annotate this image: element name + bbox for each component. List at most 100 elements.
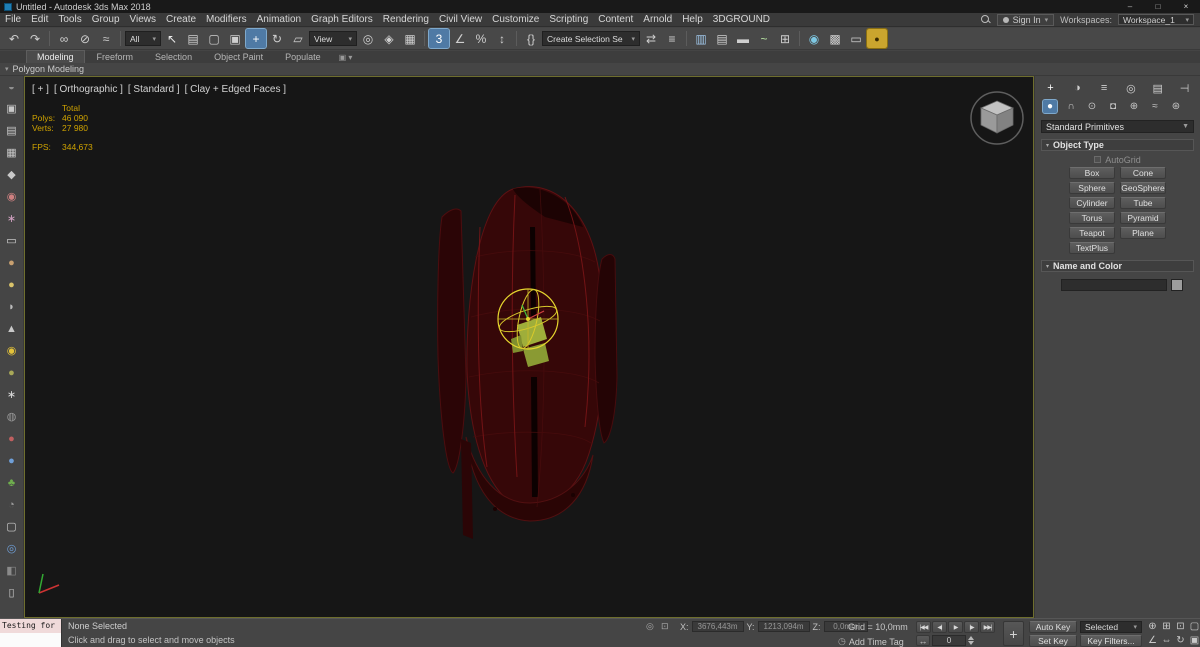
helpers-category-tab[interactable]: ⊕ xyxy=(1127,100,1141,113)
viewport-shading-label[interactable]: [ Clay + Edged Faces ] xyxy=(185,84,286,95)
key-filters-button[interactable]: Key Filters... xyxy=(1080,635,1142,647)
object-type-cylinder-button[interactable]: Cylinder xyxy=(1069,197,1115,209)
object-type-box-button[interactable]: Box xyxy=(1069,167,1115,179)
render-production-button[interactable]: ● xyxy=(866,28,888,49)
render-setup-button[interactable]: ▩ xyxy=(825,29,845,48)
object-color-swatch[interactable] xyxy=(1171,279,1183,291)
cameras-category-tab[interactable]: ◘ xyxy=(1106,100,1120,113)
add-time-tag[interactable]: ◷ Add Time Tag xyxy=(838,636,904,647)
utilities-tab[interactable]: ⊣ xyxy=(1177,81,1192,95)
previous-frame-button[interactable]: ◀| xyxy=(932,621,947,633)
menu-item-edit[interactable]: Edit xyxy=(26,13,53,27)
left-toolbar-icon-5[interactable]: ◆ xyxy=(3,167,21,183)
select-and-rotate-button[interactable]: ↻ xyxy=(267,29,287,48)
select-by-name-button[interactable]: ▤ xyxy=(183,29,203,48)
menu-item-tools[interactable]: Tools xyxy=(53,13,86,27)
left-toolbar-icon-17[interactable]: ● xyxy=(3,431,21,447)
y-coordinate-field[interactable]: 1213,094m xyxy=(757,621,810,632)
isolate-selection-toggle[interactable]: ◎ xyxy=(646,621,654,632)
rectangular-selection-region-button[interactable]: ▢ xyxy=(204,29,224,48)
ribbon-tab-modeling[interactable]: Modeling xyxy=(26,50,85,63)
systems-category-tab[interactable]: ⊛ xyxy=(1169,100,1183,113)
align-button[interactable]: ≡ xyxy=(662,29,682,48)
toggle-layer-explorer-button[interactable]: ▤ xyxy=(712,29,732,48)
window-crossing-toggle[interactable]: ▣ xyxy=(225,29,245,48)
viewport[interactable]: [ + ] [ Orthographic ] [ Standard ] [ Cl… xyxy=(24,76,1034,618)
play-animation-button[interactable]: ▶ xyxy=(948,621,963,633)
viewport-standard-label[interactable]: [ Standard ] xyxy=(128,84,180,95)
left-toolbar-icon-22[interactable]: ◎ xyxy=(3,541,21,557)
workspace-dropdown[interactable]: Workspace_1 ▾ xyxy=(1118,14,1194,25)
left-toolbar-icon-15[interactable]: ∗ xyxy=(3,387,21,403)
set-key-button[interactable]: Set Key xyxy=(1029,635,1077,647)
x-coordinate-field[interactable]: 3676,443m xyxy=(691,621,744,632)
menu-item-views[interactable]: Views xyxy=(125,13,162,27)
menu-item-animation[interactable]: Animation xyxy=(252,13,306,27)
display-tab[interactable]: ▤ xyxy=(1150,81,1165,95)
object-type-rollout-header[interactable]: ▾ Object Type xyxy=(1041,139,1194,151)
left-toolbar-icon-8[interactable]: ▭ xyxy=(3,233,21,249)
schematic-view-button[interactable]: ⊞ xyxy=(775,29,795,48)
object-type-geosphere-button[interactable]: GeoSphere xyxy=(1120,182,1166,194)
angle-snap-toggle[interactable]: ∠ xyxy=(450,29,470,48)
object-type-teapot-button[interactable]: Teapot xyxy=(1069,227,1115,239)
left-toolbar-icon-21[interactable]: ▢ xyxy=(3,519,21,535)
hierarchy-tab[interactable]: ≡ xyxy=(1097,81,1112,95)
object-type-pyramid-button[interactable]: Pyramid xyxy=(1120,212,1166,224)
left-toolbar-icon-14[interactable]: ● xyxy=(3,365,21,381)
key-mode-toggle[interactable]: ↔ xyxy=(916,635,930,646)
curve-editor-button[interactable]: ~ xyxy=(754,29,774,48)
select-and-link-button[interactable]: ∞ xyxy=(54,29,74,48)
search-icon[interactable] xyxy=(980,14,991,25)
go-to-end-button[interactable]: ▶▶| xyxy=(980,621,995,633)
go-to-start-button[interactable]: |◀◀ xyxy=(916,621,931,633)
sign-in-dropdown[interactable]: Sign In ▾ xyxy=(996,13,1055,26)
menu-item-scripting[interactable]: Scripting xyxy=(544,13,593,27)
left-toolbar-icon-2[interactable]: ▣ xyxy=(3,101,21,117)
select-and-manipulate-button[interactable]: ◈ xyxy=(379,29,399,48)
view-cube[interactable] xyxy=(970,91,1024,145)
toggle-ribbon-button[interactable]: ▬ xyxy=(733,29,753,48)
next-frame-button[interactable]: |▶ xyxy=(964,621,979,633)
lights-category-tab[interactable]: ⊙ xyxy=(1085,100,1099,113)
object-type-textplus-button[interactable]: TextPlus xyxy=(1069,242,1115,254)
name-and-color-rollout-header[interactable]: ▾ Name and Color xyxy=(1041,260,1194,272)
left-toolbar-icon-16[interactable]: ◍ xyxy=(3,409,21,425)
object-type-cone-button[interactable]: Cone xyxy=(1120,167,1166,179)
percent-snap-toggle[interactable]: % xyxy=(471,29,491,48)
left-toolbar-icon-19[interactable]: ♣ xyxy=(3,475,21,491)
menu-item-civil-view[interactable]: Civil View xyxy=(434,13,487,27)
left-toolbar-icon-23[interactable]: ◧ xyxy=(3,563,21,579)
viewport-canvas[interactable] xyxy=(25,77,1033,617)
menu-item-modifiers[interactable]: Modifiers xyxy=(201,13,252,27)
viewport-menu-plus[interactable]: [ + ] xyxy=(32,84,49,95)
modify-tab[interactable]: ◑ xyxy=(1070,81,1085,95)
maxscript-mini-listener[interactable]: Testing for ; xyxy=(0,619,62,647)
menu-item-rendering[interactable]: Rendering xyxy=(378,13,434,27)
named-selection-sets-dropdown[interactable]: Create Selection Se ▾ xyxy=(542,31,640,46)
select-and-move-button[interactable]: + xyxy=(245,28,267,49)
spinner-snap-toggle[interactable]: ↕ xyxy=(492,29,512,48)
zoom-extents-icon[interactable]: ⊡ xyxy=(1174,620,1187,633)
left-toolbar-icon-3[interactable]: ▤ xyxy=(3,123,21,139)
autogrid-checkbox[interactable] xyxy=(1094,156,1102,163)
toggle-scene-explorer-button[interactable]: ▥ xyxy=(691,29,711,48)
model[interactable] xyxy=(437,186,618,539)
motion-tab[interactable]: ◎ xyxy=(1123,81,1138,95)
object-type-torus-button[interactable]: Torus xyxy=(1069,212,1115,224)
geometry-category-tab[interactable]: ● xyxy=(1042,99,1058,114)
auto-key-button[interactable]: Auto Key xyxy=(1029,621,1077,633)
menu-item-3dground[interactable]: 3DGROUND xyxy=(708,13,775,27)
menu-item-graph-editors[interactable]: Graph Editors xyxy=(306,13,378,27)
close-button[interactable]: × xyxy=(1172,0,1200,13)
selection-lock-toggle[interactable]: ⊡ xyxy=(661,621,669,632)
menu-item-help[interactable]: Help xyxy=(677,13,708,27)
edit-named-selection-sets-button[interactable]: {} xyxy=(521,29,541,48)
left-toolbar-icon-4[interactable]: ▦ xyxy=(3,145,21,161)
use-pivot-point-center-button[interactable]: ◎ xyxy=(358,29,378,48)
set-keys-button[interactable]: + xyxy=(1003,621,1024,646)
ribbon-tab-populate[interactable]: Populate xyxy=(275,51,331,63)
left-toolbar-icon-12[interactable]: ▲ xyxy=(3,321,21,337)
menu-item-create[interactable]: Create xyxy=(161,13,201,27)
undo-button[interactable]: ↶ xyxy=(4,29,24,48)
